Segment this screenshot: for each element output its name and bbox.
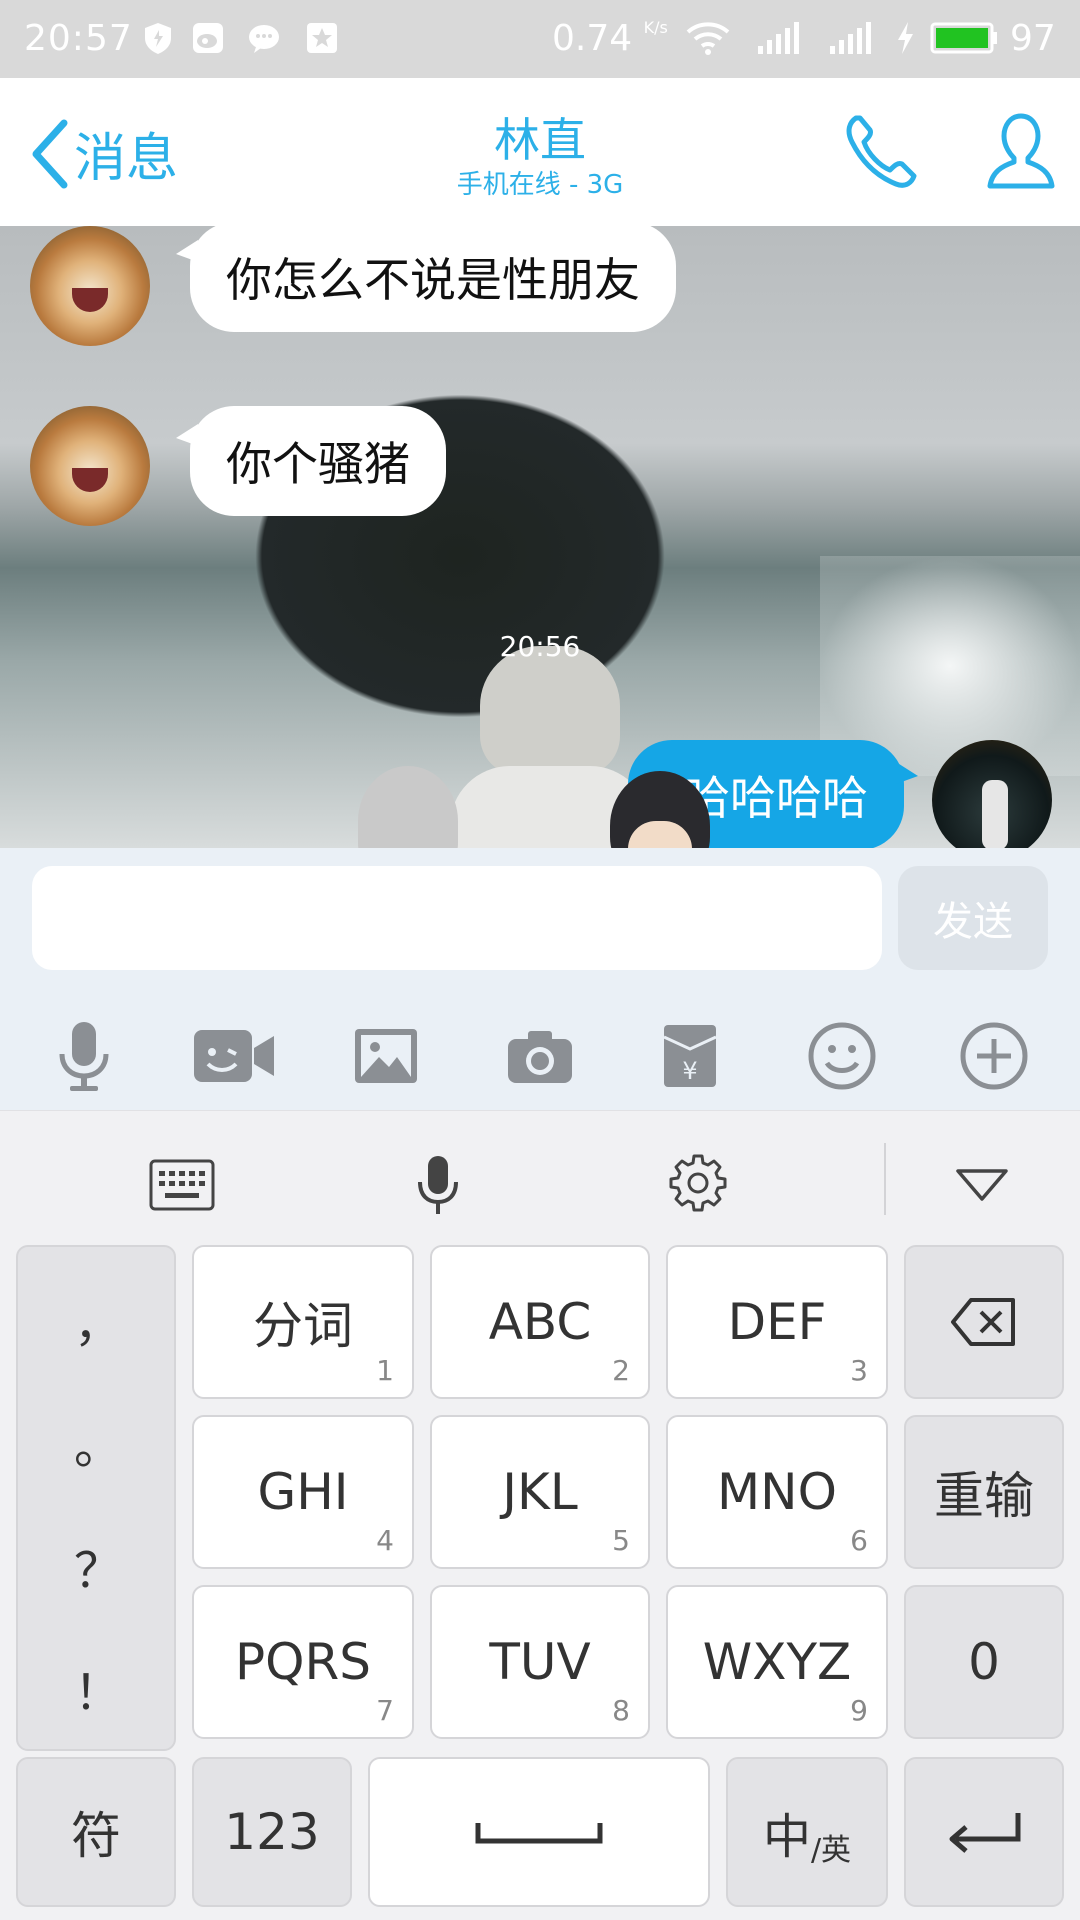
key-tuv[interactable]: TUV 8 bbox=[430, 1585, 650, 1739]
video-call-button[interactable] bbox=[192, 1016, 276, 1096]
message-input[interactable] bbox=[32, 866, 882, 970]
key-ghi[interactable]: GHI 4 bbox=[192, 1415, 414, 1569]
punct-period[interactable]: 。 bbox=[18, 1407, 178, 1477]
keyboard-switch-button[interactable] bbox=[142, 1145, 222, 1225]
punct-question[interactable]: ？ bbox=[18, 1531, 178, 1601]
emoji-icon bbox=[808, 1022, 876, 1090]
keyboard-icon bbox=[149, 1159, 215, 1211]
red-packet-icon: ¥ bbox=[663, 1025, 717, 1087]
zero-key[interactable]: 0 bbox=[904, 1585, 1064, 1739]
contact-status: 手机在线 - 3G bbox=[456, 170, 624, 200]
profile-icon[interactable] bbox=[986, 112, 1056, 192]
space-key[interactable] bbox=[368, 1757, 710, 1907]
wifi-icon bbox=[686, 22, 730, 55]
contact-name: 林直 bbox=[494, 113, 586, 167]
shield-icon bbox=[145, 23, 171, 54]
punct-exclamation[interactable]: ！ bbox=[18, 1653, 178, 1723]
key-wxyz[interactable]: WXYZ 9 bbox=[666, 1585, 888, 1739]
language-switch-key[interactable]: 中/英 bbox=[726, 1757, 888, 1907]
punct-comma[interactable]: ， bbox=[18, 1285, 178, 1355]
svg-text:¥: ¥ bbox=[682, 1057, 697, 1085]
emoji-button[interactable] bbox=[802, 1016, 882, 1096]
space-icon bbox=[475, 1823, 603, 1844]
voice-input-icon bbox=[418, 1156, 458, 1214]
reinput-key[interactable]: 重输 bbox=[904, 1415, 1064, 1569]
collapse-icon bbox=[956, 1169, 1008, 1201]
contact-avatar[interactable] bbox=[30, 406, 150, 526]
camera-icon bbox=[508, 1031, 572, 1083]
voice-button[interactable] bbox=[44, 1016, 124, 1096]
enter-key[interactable] bbox=[904, 1757, 1064, 1907]
signal-icon bbox=[830, 22, 871, 54]
status-time: 20:57 bbox=[24, 18, 133, 59]
message-bubble-incoming[interactable]: 你个骚猪 bbox=[176, 406, 446, 516]
red-packet-button[interactable]: ¥ bbox=[650, 1016, 730, 1096]
star-icon bbox=[307, 23, 337, 53]
key-abc[interactable]: ABC 2 bbox=[430, 1245, 650, 1399]
network-speed: 0.74 K/s bbox=[552, 18, 668, 59]
key-jkl[interactable]: JKL 5 bbox=[430, 1415, 650, 1569]
plus-icon bbox=[960, 1022, 1028, 1090]
enter-icon bbox=[949, 1813, 1021, 1853]
keyboard-settings-button[interactable] bbox=[658, 1145, 738, 1225]
contact-avatar[interactable] bbox=[30, 226, 150, 346]
ime-keyboard: ， 。 ？ ！ 分词 1 ABC 2 DEF 3 GHI 4 JKL 5 MNO 6 重输 … bbox=[0, 1110, 1080, 1920]
image-button[interactable] bbox=[346, 1016, 426, 1096]
send-button[interactable]: 发送 bbox=[898, 866, 1048, 970]
numbers-key[interactable]: 123 bbox=[192, 1757, 352, 1907]
image-icon bbox=[355, 1029, 417, 1083]
phone-icon[interactable] bbox=[842, 112, 918, 192]
background-figure bbox=[480, 646, 620, 776]
key-pqrs[interactable]: PQRS 7 bbox=[192, 1585, 414, 1739]
camera-button[interactable] bbox=[500, 1016, 580, 1096]
key-fenci[interactable]: 分词 1 bbox=[192, 1245, 414, 1399]
signal-4g-icon bbox=[758, 22, 799, 54]
more-button[interactable] bbox=[954, 1016, 1034, 1096]
sticker-grey-character bbox=[358, 766, 458, 848]
message-bubble-incoming[interactable]: 你怎么不说是性朋友 bbox=[176, 226, 676, 332]
voice-input-button[interactable] bbox=[398, 1145, 478, 1225]
delete-key[interactable] bbox=[904, 1245, 1064, 1399]
chat-header: 消息 林直 手机在线 - 3G bbox=[0, 78, 1080, 226]
battery-level: 97 bbox=[1010, 18, 1056, 59]
backspace-icon bbox=[951, 1298, 1015, 1346]
key-mno[interactable]: MNO 6 bbox=[666, 1415, 888, 1569]
input-bar: 发送 ¥ bbox=[0, 848, 1080, 1110]
message-timestamp: 20:56 bbox=[499, 630, 581, 663]
battery-icon bbox=[930, 22, 997, 54]
charging-icon bbox=[898, 22, 913, 54]
key-def[interactable]: DEF 3 bbox=[666, 1245, 888, 1399]
punctuation-column[interactable]: ， 。 ？ ！ bbox=[16, 1245, 176, 1751]
microphone-icon bbox=[59, 1022, 109, 1091]
chat-area[interactable]: 你怎么不说是性朋友 你个骚猪 20:56 哈哈哈哈 bbox=[0, 226, 1080, 848]
settings-icon bbox=[669, 1154, 727, 1212]
symbols-key[interactable]: 符 bbox=[16, 1757, 176, 1907]
weibo-icon bbox=[193, 23, 223, 53]
wechat-icon bbox=[249, 25, 279, 53]
video-call-icon bbox=[194, 1030, 274, 1082]
my-avatar[interactable] bbox=[932, 740, 1052, 848]
toolbar-divider bbox=[884, 1143, 886, 1215]
collapse-keyboard-button[interactable] bbox=[942, 1145, 1022, 1225]
status-bar: 20:57 0.74 K/s 97 bbox=[0, 0, 1080, 78]
